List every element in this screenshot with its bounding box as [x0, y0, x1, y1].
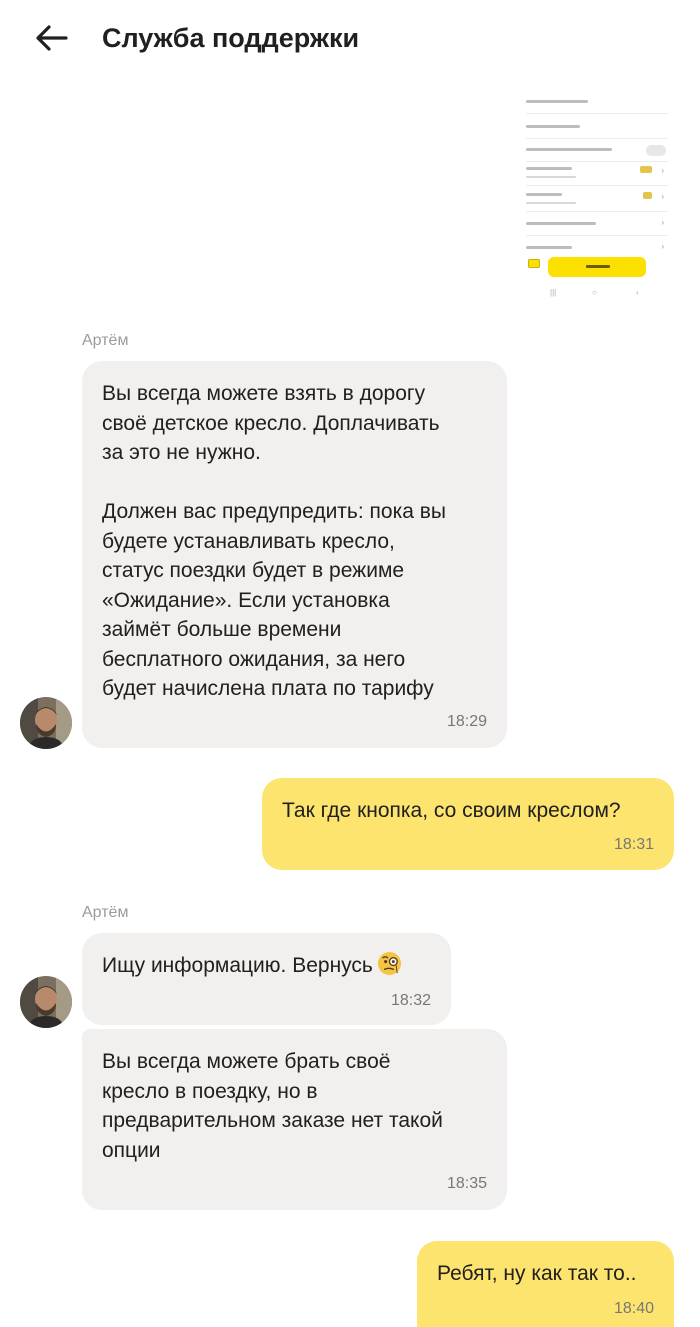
- back-button[interactable]: [30, 18, 72, 58]
- message-time: 18:35: [446, 1175, 487, 1192]
- message-text: Вы всегда можете взять в дорогу своё дет…: [102, 382, 446, 700]
- avatar[interactable]: [20, 697, 72, 749]
- message-text: Ищу информацию. Вернусь: [102, 951, 431, 981]
- sender-name: Артём: [82, 332, 129, 349]
- avatar[interactable]: [20, 976, 72, 1028]
- message-text: Вы всегда можете брать своё кресло в пое…: [102, 1050, 443, 1162]
- page-title: Служба поддержки: [102, 23, 360, 53]
- chat-header: Служба поддержки: [0, 0, 700, 78]
- message-text: Так где кнопка, со своим креслом?: [282, 799, 621, 822]
- message-time: 18:29: [446, 713, 487, 730]
- message-time: 18:40: [613, 1300, 654, 1317]
- monocle-face-emoji-icon: [377, 951, 401, 976]
- incoming-message: Вы всегда можете брать своё кресло в пое…: [82, 1029, 507, 1210]
- outgoing-message: Ребят, ну как так то.. 18:40: [417, 1241, 674, 1327]
- message-time: 18:31: [613, 836, 654, 853]
- message-time: 18:32: [390, 992, 431, 1009]
- message-text: Ребят, ну как так то..: [437, 1262, 637, 1285]
- agent-avatar-image: [20, 976, 72, 1028]
- agent-avatar-image: [20, 697, 72, 749]
- message-text-content: Ищу информацию. Вернусь: [102, 954, 373, 977]
- incoming-message: Вы всегда можете взять в дорогу своё дет…: [82, 361, 507, 748]
- attached-screenshot-image[interactable]: › › › › ||| ○ ‹: [518, 88, 670, 300]
- outgoing-message: Так где кнопка, со своим креслом? 18:31: [262, 778, 674, 870]
- incoming-message: Ищу информацию. Вернусь 18:32: [82, 933, 451, 1025]
- arrow-left-icon: [36, 25, 68, 51]
- sender-name: Артём: [82, 904, 129, 921]
